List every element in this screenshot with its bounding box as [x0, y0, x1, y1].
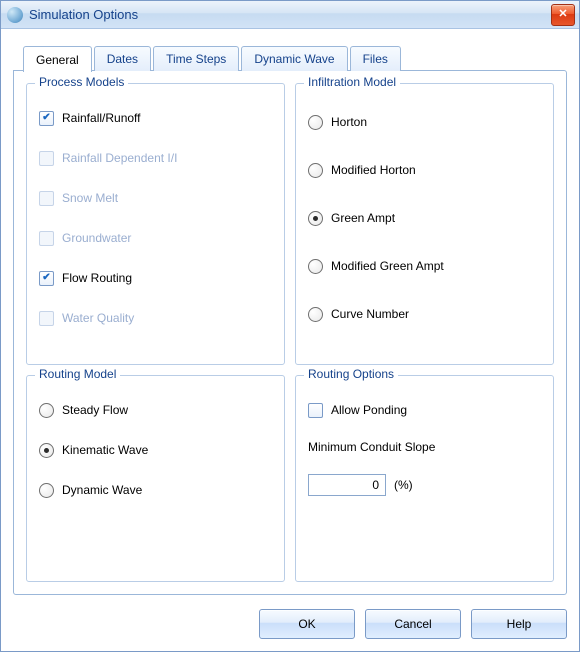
checkbox-icon	[39, 271, 54, 286]
tab-label: General	[36, 53, 79, 67]
rad-modified-green-ampt[interactable]: Modified Green Ampt	[308, 256, 541, 276]
chk-rainfall-runoff[interactable]: Rainfall/Runoff	[39, 108, 272, 128]
checkbox-icon	[39, 311, 54, 326]
group-legend: Routing Model	[35, 367, 120, 381]
chk-label: Rainfall Dependent I/I	[62, 151, 177, 165]
radio-icon	[308, 163, 323, 178]
rad-modified-horton[interactable]: Modified Horton	[308, 160, 541, 180]
tab-dates[interactable]: Dates	[94, 46, 151, 71]
chk-label: Water Quality	[62, 311, 134, 325]
rad-label: Dynamic Wave	[62, 483, 142, 497]
ok-button[interactable]: OK	[259, 609, 355, 639]
rad-steady-flow[interactable]: Steady Flow	[39, 400, 272, 420]
checkbox-icon	[39, 191, 54, 206]
group-legend: Infiltration Model	[304, 75, 400, 89]
chk-allow-ponding[interactable]: Allow Ponding	[308, 400, 541, 420]
rad-horton[interactable]: Horton	[308, 112, 541, 132]
dialog-content: General Dates Time Steps Dynamic Wave Fi…	[1, 29, 579, 651]
radio-icon	[308, 211, 323, 226]
rad-label: Green Ampt	[331, 211, 395, 225]
tab-dynamic-wave[interactable]: Dynamic Wave	[241, 46, 347, 71]
radio-icon	[39, 443, 54, 458]
rad-curve-number[interactable]: Curve Number	[308, 304, 541, 324]
group-routing-model: Routing Model Steady Flow Kinematic Wave…	[26, 375, 285, 582]
rad-green-ampt[interactable]: Green Ampt	[308, 208, 541, 228]
tabstrip: General Dates Time Steps Dynamic Wave Fi…	[23, 45, 567, 71]
app-icon	[7, 7, 23, 23]
radio-icon	[39, 483, 54, 498]
tab-label: Time Steps	[166, 52, 226, 66]
cancel-button[interactable]: Cancel	[365, 609, 461, 639]
radio-icon	[308, 307, 323, 322]
button-row: OK Cancel Help	[13, 609, 567, 639]
tab-panel-general: Process Models Rainfall/Runoff Rainfall …	[13, 70, 567, 595]
window-title: Simulation Options	[29, 7, 551, 22]
btn-label: Help	[507, 617, 532, 631]
group-legend: Routing Options	[304, 367, 398, 381]
tab-general[interactable]: General	[23, 46, 92, 72]
simulation-options-window: Simulation Options ✕ General Dates Time …	[0, 0, 580, 652]
chk-label: Groundwater	[62, 231, 131, 245]
close-icon: ✕	[558, 9, 567, 20]
chk-rainfall-dependent-ii: Rainfall Dependent I/I	[39, 148, 272, 168]
chk-label: Rainfall/Runoff	[62, 111, 141, 125]
radio-icon	[308, 115, 323, 130]
min-conduit-slope-unit: (%)	[394, 478, 413, 492]
help-button[interactable]: Help	[471, 609, 567, 639]
chk-water-quality: Water Quality	[39, 308, 272, 328]
titlebar: Simulation Options ✕	[1, 1, 579, 29]
chk-label: Allow Ponding	[331, 403, 407, 417]
rad-label: Steady Flow	[62, 403, 128, 417]
chk-label: Snow Melt	[62, 191, 118, 205]
rad-kinematic-wave[interactable]: Kinematic Wave	[39, 440, 272, 460]
rad-label: Modified Horton	[331, 163, 416, 177]
min-conduit-slope-label: Minimum Conduit Slope	[308, 440, 541, 454]
checkbox-icon	[308, 403, 323, 418]
group-routing-options: Routing Options Allow Ponding Minimum Co…	[295, 375, 554, 582]
chk-label: Flow Routing	[62, 271, 132, 285]
group-process-models: Process Models Rainfall/Runoff Rainfall …	[26, 83, 285, 365]
rad-label: Modified Green Ampt	[331, 259, 444, 273]
btn-label: OK	[298, 617, 315, 631]
tab-label: Files	[363, 52, 388, 66]
chk-snow-melt: Snow Melt	[39, 188, 272, 208]
rad-dynamic-wave[interactable]: Dynamic Wave	[39, 480, 272, 500]
btn-label: Cancel	[394, 617, 431, 631]
tab-label: Dates	[107, 52, 138, 66]
rad-label: Kinematic Wave	[62, 443, 148, 457]
tab-time-steps[interactable]: Time Steps	[153, 46, 239, 71]
min-conduit-slope-input[interactable]	[308, 474, 386, 496]
rad-label: Curve Number	[331, 307, 409, 321]
checkbox-icon	[39, 151, 54, 166]
chk-groundwater: Groundwater	[39, 228, 272, 248]
checkbox-icon	[39, 111, 54, 126]
chk-flow-routing[interactable]: Flow Routing	[39, 268, 272, 288]
close-button[interactable]: ✕	[551, 4, 575, 26]
group-infiltration-model: Infiltration Model Horton Modified Horto…	[295, 83, 554, 365]
tab-files[interactable]: Files	[350, 46, 401, 71]
radio-icon	[39, 403, 54, 418]
rad-label: Horton	[331, 115, 367, 129]
group-legend: Process Models	[35, 75, 128, 89]
radio-icon	[308, 259, 323, 274]
tab-label: Dynamic Wave	[254, 52, 334, 66]
checkbox-icon	[39, 231, 54, 246]
